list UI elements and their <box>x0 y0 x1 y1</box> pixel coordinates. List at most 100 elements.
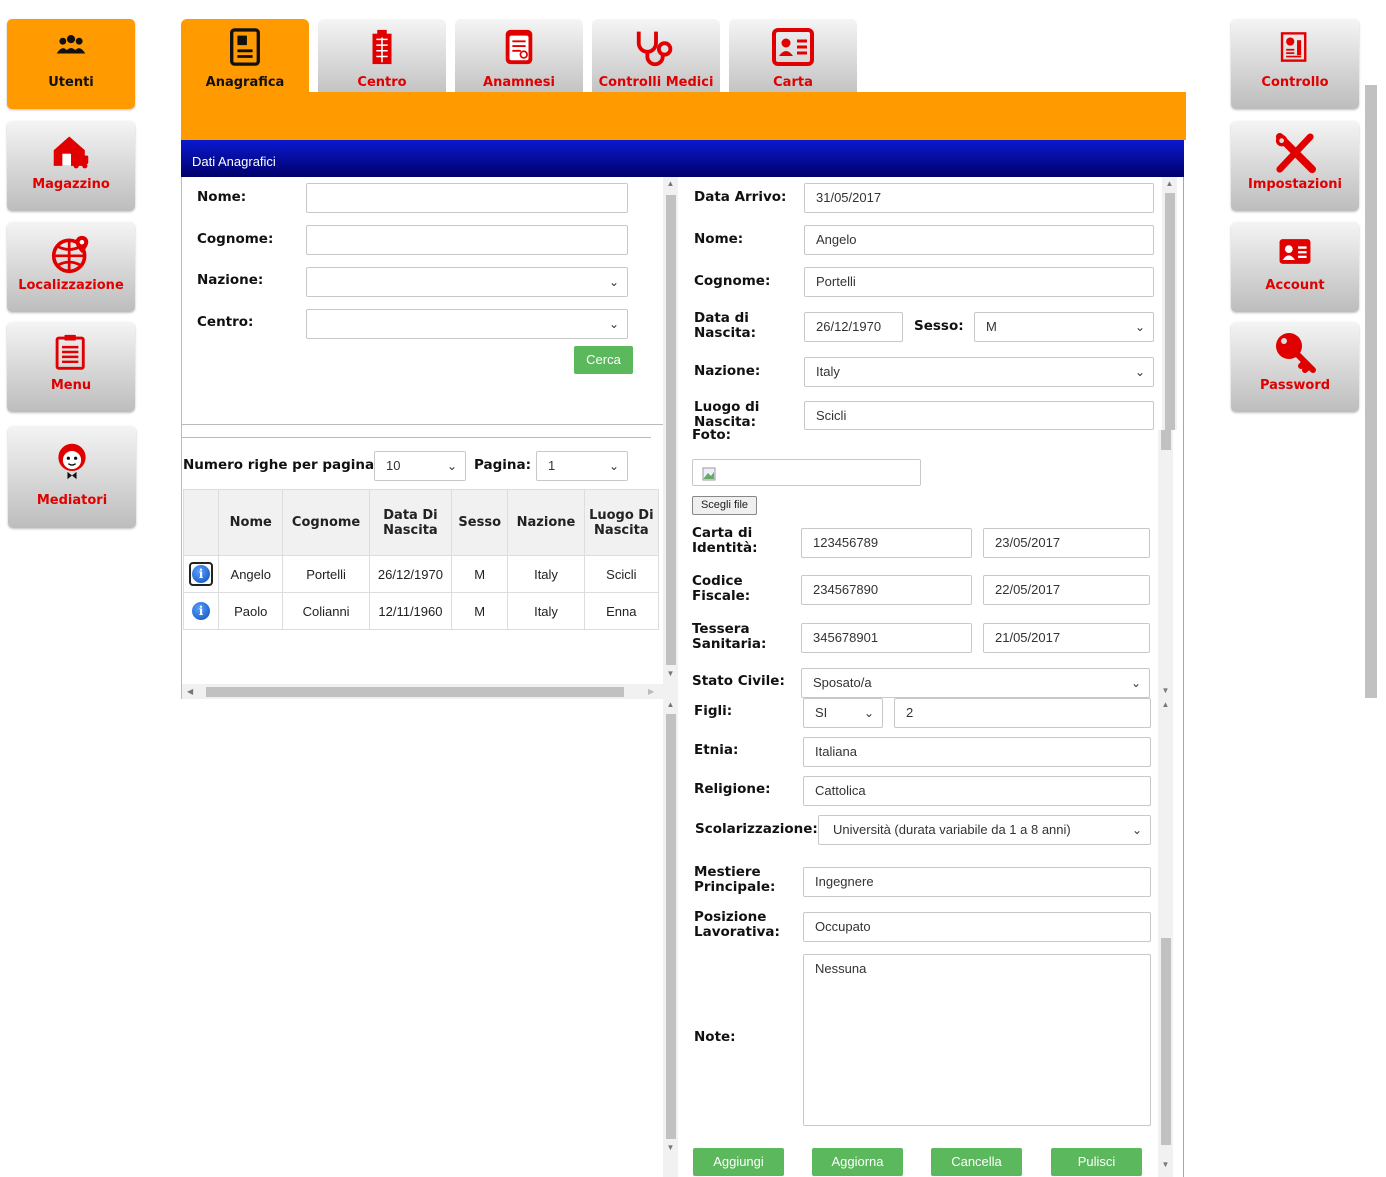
cerca-button[interactable]: Cerca <box>574 346 633 374</box>
codice-fiscale-date[interactable]: 22/05/2017 <box>983 575 1150 605</box>
choose-file-button[interactable]: Scegli file <box>692 496 757 515</box>
tab-centro[interactable]: Centro <box>318 19 446 93</box>
cancella-button[interactable]: Cancella <box>931 1148 1022 1176</box>
scrollbar-thumb[interactable] <box>1161 938 1171 1145</box>
info-icon[interactable]: i <box>192 602 211 620</box>
data-arrivo-input[interactable]: 31/05/2017 <box>804 183 1154 213</box>
table-cell: Paolo <box>218 592 284 630</box>
chevron-down-icon: ⌄ <box>1130 676 1141 690</box>
search-cognome-input[interactable] <box>306 225 628 255</box>
nav-localizzazione-label: Localizzazione <box>18 278 124 293</box>
tab-carta[interactable]: Carta <box>729 19 857 93</box>
scrollbar-thumb[interactable] <box>1161 430 1171 450</box>
nazione-value: Italy <box>816 364 840 379</box>
rows-per-page-select[interactable]: 10 ⌄ <box>374 451 466 481</box>
document-icon <box>230 28 260 66</box>
data-nascita-input[interactable]: 26/12/1970 <box>804 312 903 342</box>
tab-anagrafica[interactable]: Anagrafica <box>181 19 309 93</box>
scolarizzazione-select[interactable]: Università (durata variabile da 1 a 8 an… <box>818 815 1151 845</box>
tessera-sanitaria-number[interactable]: 345678901 <box>801 623 972 653</box>
aggiorna-button[interactable]: Aggiorna <box>812 1148 903 1176</box>
pulisci-button[interactable]: Pulisci <box>1051 1148 1142 1176</box>
codice-fiscale-number[interactable]: 234567890 <box>801 575 972 605</box>
chevron-down-icon: ⌄ <box>608 317 619 331</box>
rows-per-page-label: Numero righe per pagina: <box>183 457 380 473</box>
section-title: Dati Anagrafici <box>181 140 1184 177</box>
nav-account[interactable]: Account <box>1231 222 1359 312</box>
aggiungi-button[interactable]: Aggiungi <box>693 1148 784 1176</box>
carta-identita-number[interactable]: 123456789 <box>801 528 972 558</box>
figli-count-input[interactable]: 2 <box>894 698 1151 728</box>
note-textarea[interactable]: Nessuna <box>803 954 1151 1126</box>
scroll-down-icon: ▼ <box>666 1143 675 1152</box>
chevron-down-icon: ⌄ <box>1131 823 1142 837</box>
sesso-label: Sesso: <box>914 318 964 334</box>
stethoscope-icon <box>636 31 673 67</box>
tab-anamnesi[interactable]: Anamnesi <box>455 19 583 93</box>
page-select[interactable]: 1 ⌄ <box>536 451 628 481</box>
mestiere-input[interactable]: Ingegnere <box>803 867 1151 897</box>
photo-preview <box>692 459 921 486</box>
users-icon <box>56 35 86 54</box>
id-card-icon <box>1279 239 1311 264</box>
tab-controlli-medici[interactable]: Controlli Medici <box>592 19 720 93</box>
scrollbar-thumb[interactable] <box>206 687 624 697</box>
nav-magazzino-label: Magazzino <box>32 177 110 192</box>
figli-select[interactable]: SI ⌄ <box>803 698 883 728</box>
table-cell: 26/12/1970 <box>368 555 453 593</box>
scrollbar-thumb[interactable] <box>666 195 676 665</box>
nav-localizzazione[interactable]: Localizzazione <box>7 222 135 312</box>
religione-input[interactable]: Cattolica <box>803 776 1151 806</box>
info-button[interactable]: i <box>189 562 214 586</box>
nav-utenti[interactable]: Utenti <box>7 19 135 109</box>
left-panel-hscrollbar[interactable]: ◀ ▶ <box>182 684 663 699</box>
nome-label: Nome: <box>694 231 744 247</box>
search-cognome-label: Cognome: <box>197 231 274 247</box>
table-cell: Angelo <box>218 555 284 593</box>
tessera-sanitaria-date[interactable]: 21/05/2017 <box>983 623 1150 653</box>
scrollbar-thumb[interactable] <box>1165 193 1175 430</box>
stato-civile-select[interactable]: Sposato/a ⌄ <box>801 668 1150 698</box>
sesso-select[interactable]: M ⌄ <box>974 312 1154 342</box>
table-header: Cognome <box>282 489 370 556</box>
etnia-input[interactable]: Italiana <box>803 737 1151 767</box>
nav-account-label: Account <box>1265 278 1325 293</box>
page-scrollbar-thumb[interactable] <box>1365 85 1377 698</box>
nav-impostazioni[interactable]: Impostazioni <box>1231 121 1359 211</box>
nav-password[interactable]: Password <box>1231 322 1359 412</box>
key-icon <box>1276 333 1316 373</box>
nav-magazzino[interactable]: Magazzino <box>7 121 135 211</box>
form-top-scrollbar[interactable]: ▲ <box>1162 177 1177 430</box>
posizione-input[interactable]: Occupato <box>803 912 1151 942</box>
table-row[interactable]: i Paolo Colianni 12/11/1960 M Italy Enna <box>182 592 660 630</box>
table-header: Sesso <box>451 489 509 556</box>
form-bottom-scrollbar[interactable]: ▲ ▼ <box>1158 698 1173 1177</box>
search-nazione-label: Nazione: <box>197 272 264 288</box>
scroll-up-icon: ▲ <box>666 700 675 709</box>
luogo-nascita-input[interactable]: Scicli <box>804 401 1154 430</box>
scroll-up-icon: ▲ <box>666 179 675 188</box>
table-row[interactable]: i Angelo Portelli 26/12/1970 M Italy Sci… <box>182 555 660 593</box>
bottom-left-scrollbar[interactable]: ▲ ▼ <box>663 698 678 1177</box>
nazione-select[interactable]: Italy ⌄ <box>804 357 1154 387</box>
chevron-down-icon: ⌄ <box>446 459 457 473</box>
carta-identita-date[interactable]: 23/05/2017 <box>983 528 1150 558</box>
page-value: 1 <box>548 458 556 473</box>
nav-mediatori[interactable]: Mediatori <box>8 426 136 528</box>
chevron-down-icon: ⌄ <box>608 275 619 289</box>
note-label: Note: <box>694 1029 736 1045</box>
search-nazione-select[interactable]: ⌄ <box>306 267 628 297</box>
form-middle-scrollbar[interactable]: ▼ <box>1158 430 1173 698</box>
nav-menu[interactable]: Menu <box>7 322 135 412</box>
scrollbar-thumb[interactable] <box>666 714 676 1139</box>
left-panel-scrollbar[interactable]: ▲ ▼ <box>663 177 678 699</box>
cognome-label: Cognome: <box>694 273 771 289</box>
search-nome-input[interactable] <box>306 183 628 213</box>
report-icon <box>1280 32 1307 62</box>
nav-controllo-label: Controllo <box>1261 75 1329 90</box>
search-nome-label: Nome: <box>197 189 247 205</box>
nome-input[interactable]: Angelo <box>804 225 1154 255</box>
cognome-input[interactable]: Portelli <box>804 267 1154 297</box>
nav-controllo[interactable]: Controllo <box>1231 19 1359 109</box>
search-centro-select[interactable]: ⌄ <box>306 309 628 339</box>
